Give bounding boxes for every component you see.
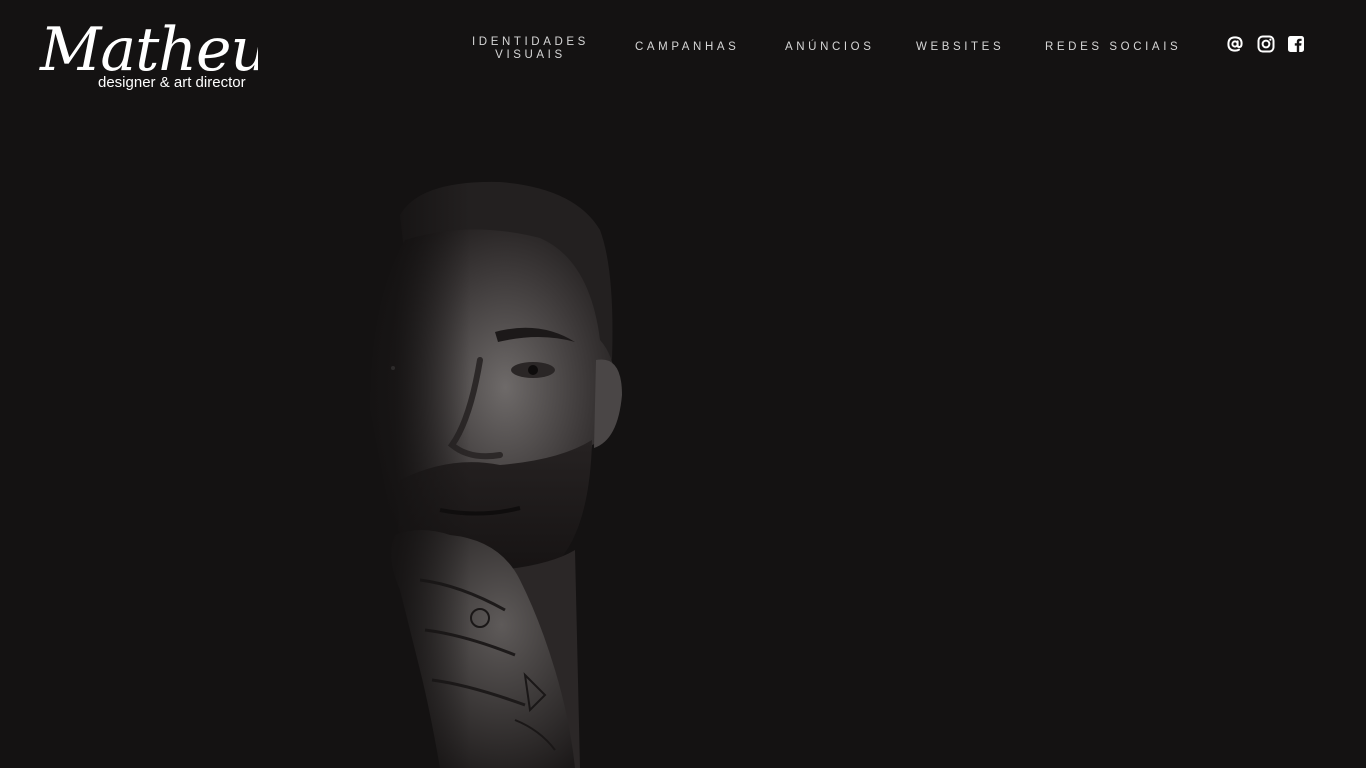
nav-item-label: IDENTIDADES [472,36,589,48]
social-links [1226,35,1316,55]
instagram-icon[interactable] [1257,35,1275,53]
nav-item-label: CAMPANHAS [635,41,740,53]
nav-item-label: REDES SOCIAIS [1045,41,1182,53]
nav-item-label-line2: VISUAIS [495,49,566,61]
nav-item-identidades-visuais[interactable]: IDENTIDADES VISUAIS [472,36,589,62]
nav-item-label: WEBSITES [916,41,1005,53]
at-sign-icon[interactable] [1226,35,1244,53]
logo-link[interactable]: Matheus designer & art director [38,6,258,96]
nav-item-websites[interactable]: WEBSITES [916,41,1004,54]
logo-tagline: designer & art director [98,74,246,91]
nav-item-redes-sociais[interactable]: REDES SOCIAIS [1045,41,1181,54]
facebook-icon[interactable] [1287,35,1305,53]
nav-item-label: ANÚNCIOS [785,41,875,53]
main-nav: IDENTIDADES VISUAIS CAMPANHAS ANÚNCIOS W… [460,36,1220,66]
hero-portrait [0,110,1366,768]
nav-item-anuncios[interactable]: ANÚNCIOS [785,41,875,54]
portrait-photo [320,170,622,768]
nav-item-campanhas[interactable]: CAMPANHAS [635,41,739,54]
